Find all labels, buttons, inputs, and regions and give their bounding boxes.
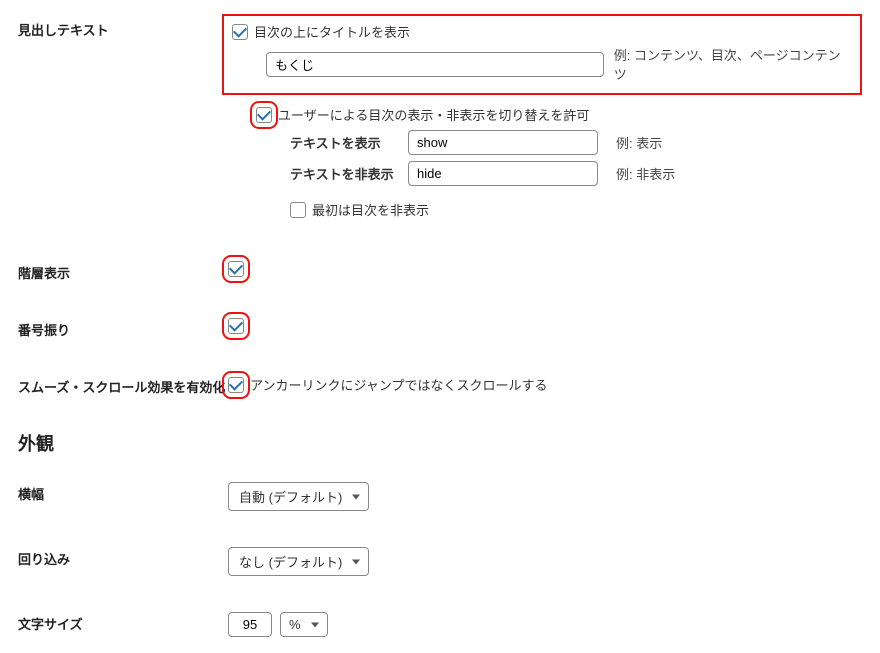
label-smooth-scroll-desc: アンカーリンクにジャンプではなくスクロールする bbox=[250, 375, 547, 394]
show-title-line: 目次の上にタイトルを表示 bbox=[232, 22, 852, 41]
show-text-row: テキストを表示 例: 表示 bbox=[290, 130, 862, 155]
initial-hide-line: 最初は目次を非表示 bbox=[290, 200, 862, 219]
select-fontsize-unit-value: % bbox=[289, 617, 301, 632]
label-hide-text: テキストを非表示 bbox=[290, 164, 400, 183]
select-wrap-value: なし (デフォルト) bbox=[239, 552, 342, 571]
hint-hide-text: 例: 非表示 bbox=[616, 164, 675, 183]
checkbox-show-title[interactable] bbox=[232, 24, 248, 40]
input-show-text[interactable] bbox=[408, 130, 598, 155]
toggle-visibility-line: ユーザーによる目次の表示・非表示を切り替えを許可 bbox=[256, 105, 862, 124]
label-show-text: テキストを表示 bbox=[290, 133, 400, 152]
hint-show-text: 例: 表示 bbox=[616, 133, 662, 152]
checkbox-smooth-scroll[interactable] bbox=[228, 377, 244, 393]
row-smooth-scroll: スムーズ・スクロール効果を有効化 アンカーリンクにジャンプではなくスクロールする bbox=[18, 367, 862, 404]
checkbox-initial-hide[interactable] bbox=[290, 202, 306, 218]
label-toggle-visibility: ユーザーによる目次の表示・非表示を切り替えを許可 bbox=[278, 105, 589, 124]
label-smooth-scroll: スムーズ・スクロール効果を有効化 bbox=[18, 373, 228, 396]
label-initial-hide: 最初は目次を非表示 bbox=[312, 200, 429, 219]
field-fontsize: % bbox=[228, 610, 862, 637]
select-width[interactable]: 自動 (デフォルト) bbox=[228, 482, 369, 511]
hide-text-row: テキストを非表示 例: 非表示 bbox=[290, 161, 862, 186]
field-wrap: なし (デフォルト) bbox=[228, 545, 862, 576]
field-hierarchy bbox=[228, 259, 862, 277]
hint-toc-title: 例: コンテンツ、目次、ページコンテンツ bbox=[614, 45, 852, 83]
input-fontsize[interactable] bbox=[228, 612, 272, 637]
field-numbering bbox=[228, 316, 862, 334]
label-show-title: 目次の上にタイトルを表示 bbox=[254, 22, 410, 41]
label-width: 横幅 bbox=[18, 480, 228, 503]
row-fontsize: 文字サイズ % bbox=[18, 604, 862, 643]
label-numbering: 番号振り bbox=[18, 316, 228, 339]
highlight-box-title: 目次の上にタイトルを表示 例: コンテンツ、目次、ページコンテンツ bbox=[222, 14, 862, 95]
row-width: 横幅 自動 (デフォルト) bbox=[18, 474, 862, 517]
checkbox-toggle-visibility[interactable] bbox=[256, 107, 272, 123]
input-hide-text[interactable] bbox=[408, 161, 598, 186]
checkbox-hierarchy[interactable] bbox=[228, 261, 244, 277]
row-wrap: 回り込み なし (デフォルト) bbox=[18, 539, 862, 582]
select-wrap[interactable]: なし (デフォルト) bbox=[228, 547, 369, 576]
row-numbering: 番号振り bbox=[18, 310, 862, 345]
select-width-value: 自動 (デフォルト) bbox=[239, 487, 342, 506]
checkbox-numbering[interactable] bbox=[228, 318, 244, 334]
row-heading-text: 見出しテキスト 目次の上にタイトルを表示 例: コンテンツ、目次、ページコンテン… bbox=[18, 10, 862, 235]
field-heading-text: 目次の上にタイトルを表示 例: コンテンツ、目次、ページコンテンツ ユーザーによ… bbox=[228, 16, 862, 229]
field-width: 自動 (デフォルト) bbox=[228, 480, 862, 511]
select-fontsize-unit[interactable]: % bbox=[280, 612, 328, 637]
label-fontsize: 文字サイズ bbox=[18, 610, 228, 633]
input-toc-title[interactable] bbox=[266, 52, 604, 77]
label-wrap: 回り込み bbox=[18, 545, 228, 568]
row-hierarchy: 階層表示 bbox=[18, 253, 862, 288]
label-heading-text: 見出しテキスト bbox=[18, 16, 228, 39]
section-title-appearance: 外観 bbox=[18, 430, 862, 456]
label-hierarchy: 階層表示 bbox=[18, 259, 228, 282]
field-smooth-scroll: アンカーリンクにジャンプではなくスクロールする bbox=[228, 373, 862, 398]
